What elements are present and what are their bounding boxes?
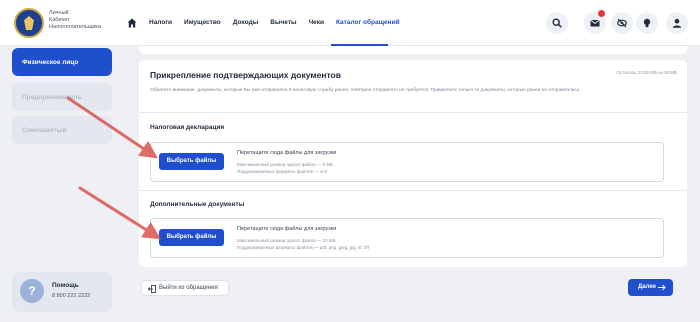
- eye-off-icon: [617, 18, 627, 28]
- nav-item-property[interactable]: Имущество: [184, 19, 221, 26]
- section-title-tax-declaration: Налоговая декларация: [150, 124, 225, 131]
- accessibility-button[interactable]: [611, 12, 633, 34]
- nav-item-receipts[interactable]: Чеки: [309, 19, 324, 26]
- main-nav: Налоги Имущество Доходы Вычеты Чеки Ката…: [149, 19, 400, 26]
- exit-request-button[interactable]: Выйти из обращения: [141, 280, 229, 296]
- help-phone[interactable]: 8 800 222 2222: [52, 293, 90, 299]
- search-button[interactable]: [546, 12, 568, 34]
- brand-line: Личный: [49, 10, 69, 16]
- divider: [139, 190, 687, 191]
- messages-button[interactable]: [584, 10, 606, 34]
- section-title-additional-documents: Дополнительные документы: [150, 201, 245, 208]
- search-icon: [552, 18, 562, 28]
- exit-label: Выйти из обращения: [159, 285, 218, 291]
- fns-logo[interactable]: [14, 8, 44, 38]
- file-size-limit: Максимальный размер одного файла — 5 МБ: [237, 162, 334, 167]
- lightbulb-icon: [643, 18, 651, 28]
- file-size-limit: Максимальный размер одного файла — 10 МБ: [237, 238, 336, 243]
- sidebar-item-individual[interactable]: Физическое лицо: [12, 48, 112, 76]
- nav-item-income[interactable]: Доходы: [233, 19, 259, 26]
- card-note: Обратите внимание, документы, которые Вы…: [150, 88, 581, 93]
- nav-item-deductions[interactable]: Вычеты: [270, 19, 296, 26]
- user-icon: [672, 18, 682, 28]
- help-widget[interactable]: ? Помощь 8 800 222 2222: [12, 272, 112, 312]
- nav-item-requests-catalog[interactable]: Каталог обращений: [336, 19, 400, 26]
- mail-icon: [590, 19, 600, 27]
- divider: [139, 112, 687, 113]
- brand-title: Личный Кабинет Налогоплательщика: [49, 10, 109, 31]
- documents-card: Прикрепление подтверждающих документов О…: [139, 60, 687, 267]
- file-formats: Поддерживаемые форматы файлов — xml: [237, 169, 327, 174]
- profile-button[interactable]: [666, 12, 688, 34]
- help-icon: ?: [20, 279, 44, 303]
- sidebar: Физическое лицо Предприниматель Самозаня…: [0, 46, 120, 322]
- file-formats: Поддерживаемые форматы файлов — pdf, png…: [237, 245, 369, 250]
- brand-line: Кабинет: [49, 17, 70, 23]
- home-icon[interactable]: [127, 18, 137, 28]
- card-title: Прикрепление подтверждающих документов: [150, 70, 341, 80]
- upload-dropzone-declaration[interactable]: Выбрать файлы Перетащите сюда файлы для …: [150, 142, 664, 182]
- previous-card-bottom: [139, 46, 687, 54]
- sidebar-item-self-employed[interactable]: Самозанятый: [12, 116, 112, 144]
- next-label: Далее: [638, 284, 657, 290]
- next-button[interactable]: Далее: [628, 279, 673, 296]
- top-bar: Личный Кабинет Налогоплательщика Налоги …: [0, 0, 700, 46]
- brand-line: Налогоплательщика: [49, 24, 102, 30]
- help-title: Помощь: [52, 282, 79, 289]
- arrow-right-icon: [658, 284, 666, 291]
- dropzone-hint: Перетащите сюда файлы для загрузки: [237, 150, 337, 156]
- choose-files-button[interactable]: Выбрать файлы: [159, 229, 224, 246]
- choose-files-button[interactable]: Выбрать файлы: [159, 153, 224, 170]
- tips-button[interactable]: [636, 12, 658, 34]
- upload-quota: Осталось 22:00 МБ из 20 МБ: [616, 70, 677, 75]
- upload-dropzone-additional[interactable]: Выбрать файлы Перетащите сюда файлы для …: [150, 218, 664, 258]
- dropzone-hint: Перетащите сюда файлы для загрузки: [237, 226, 337, 232]
- exit-icon: [148, 285, 156, 293]
- nav-item-taxes[interactable]: Налоги: [149, 19, 172, 26]
- notification-dot: [598, 10, 605, 17]
- sidebar-item-entrepreneur[interactable]: Предприниматель: [12, 83, 112, 111]
